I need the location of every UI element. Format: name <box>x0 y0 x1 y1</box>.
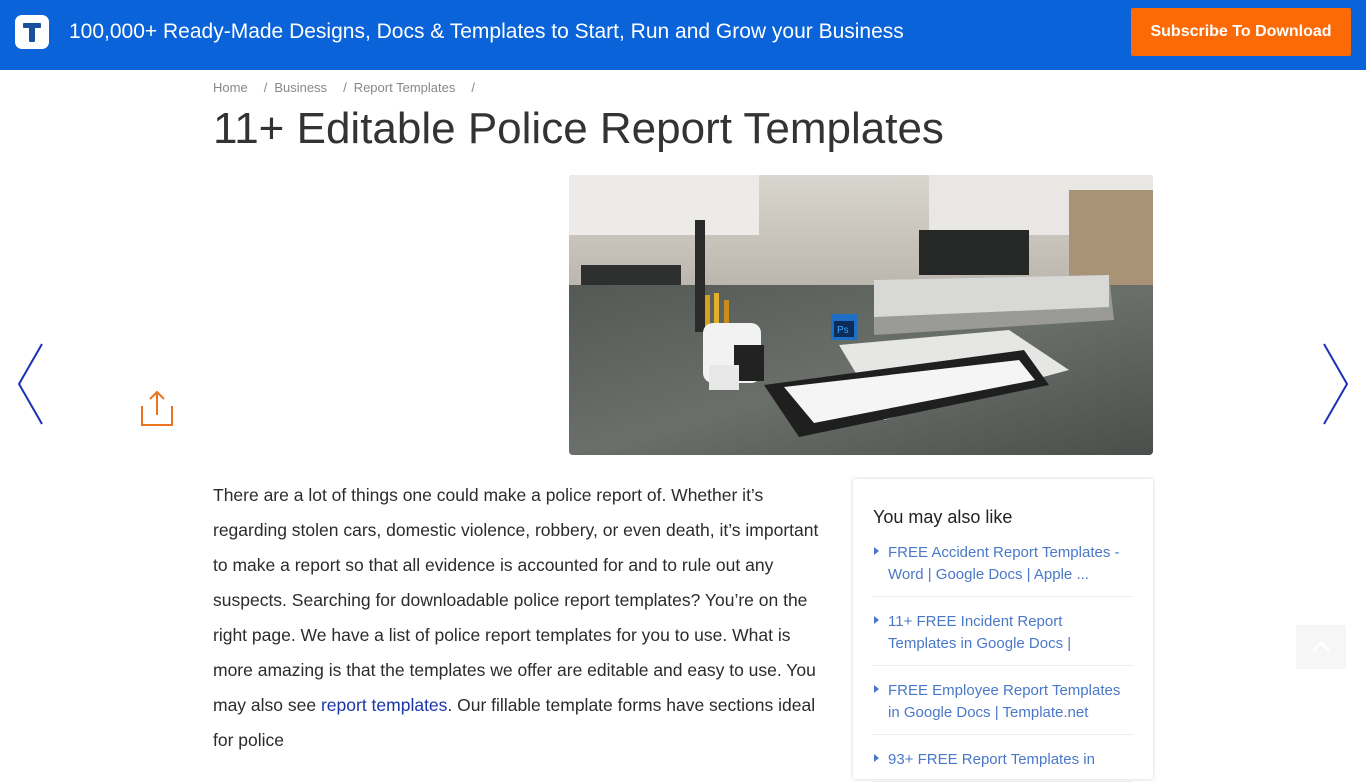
breadcrumb-separator: / <box>343 80 347 95</box>
related-link[interactable]: FREE Employee Report Templates in Google… <box>888 680 1133 724</box>
next-button[interactable] <box>1318 340 1352 428</box>
report-templates-link[interactable]: report templates <box>321 695 447 715</box>
caret-right-icon <box>874 547 879 555</box>
related-item: 11+ FREE Incident Report Templates in Go… <box>873 611 1133 666</box>
caret-right-icon <box>874 754 879 762</box>
related-item: FREE Employee Report Templates in Google… <box>873 680 1133 735</box>
banner-tagline: 100,000+ Ready-Made Designs, Docs & Temp… <box>69 20 904 43</box>
related-item: 93+ FREE Report Templates in <box>873 749 1133 782</box>
hero-image: Ps <box>569 175 1153 455</box>
template-logo-icon[interactable] <box>15 15 49 49</box>
share-button[interactable] <box>138 388 176 428</box>
breadcrumb-report-templates[interactable]: Report Templates <box>354 80 456 95</box>
page-title: 11+ Editable Police Report Templates <box>213 104 944 153</box>
related-list: FREE Accident Report Templates - Word | … <box>873 542 1133 782</box>
chevron-left-icon <box>17 343 43 425</box>
chevron-up-icon <box>1312 641 1330 652</box>
subscribe-to-download-button[interactable]: Subscribe To Download <box>1131 8 1351 56</box>
svg-text:Ps: Ps <box>837 325 849 336</box>
you-may-also-like-panel: You may also like FREE Accident Report T… <box>853 479 1153 782</box>
previous-button[interactable] <box>14 340 48 428</box>
share-icon <box>141 390 173 426</box>
intro-text: There are a lot of things one could make… <box>213 485 819 715</box>
breadcrumb-business[interactable]: Business <box>274 80 327 95</box>
article-intro: There are a lot of things one could make… <box>213 478 823 758</box>
breadcrumb-home[interactable]: Home <box>213 80 248 95</box>
related-link[interactable]: FREE Accident Report Templates - Word | … <box>888 542 1133 586</box>
related-link[interactable]: 11+ FREE Incident Report Templates in Go… <box>888 611 1133 655</box>
hero-photo: Ps <box>569 175 1153 455</box>
caret-right-icon <box>874 685 879 693</box>
related-heading: You may also like <box>873 507 1013 527</box>
back-to-top-button[interactable] <box>1296 625 1346 669</box>
related-item: FREE Accident Report Templates - Word | … <box>873 542 1133 597</box>
breadcrumb-separator: / <box>263 80 268 95</box>
breadcrumb-separator: / <box>471 80 475 95</box>
top-banner: 100,000+ Ready-Made Designs, Docs & Temp… <box>0 0 1366 70</box>
breadcrumb: Home / Business / Report Templates / <box>213 80 482 95</box>
caret-right-icon <box>874 616 879 624</box>
chevron-right-icon <box>1323 343 1349 425</box>
